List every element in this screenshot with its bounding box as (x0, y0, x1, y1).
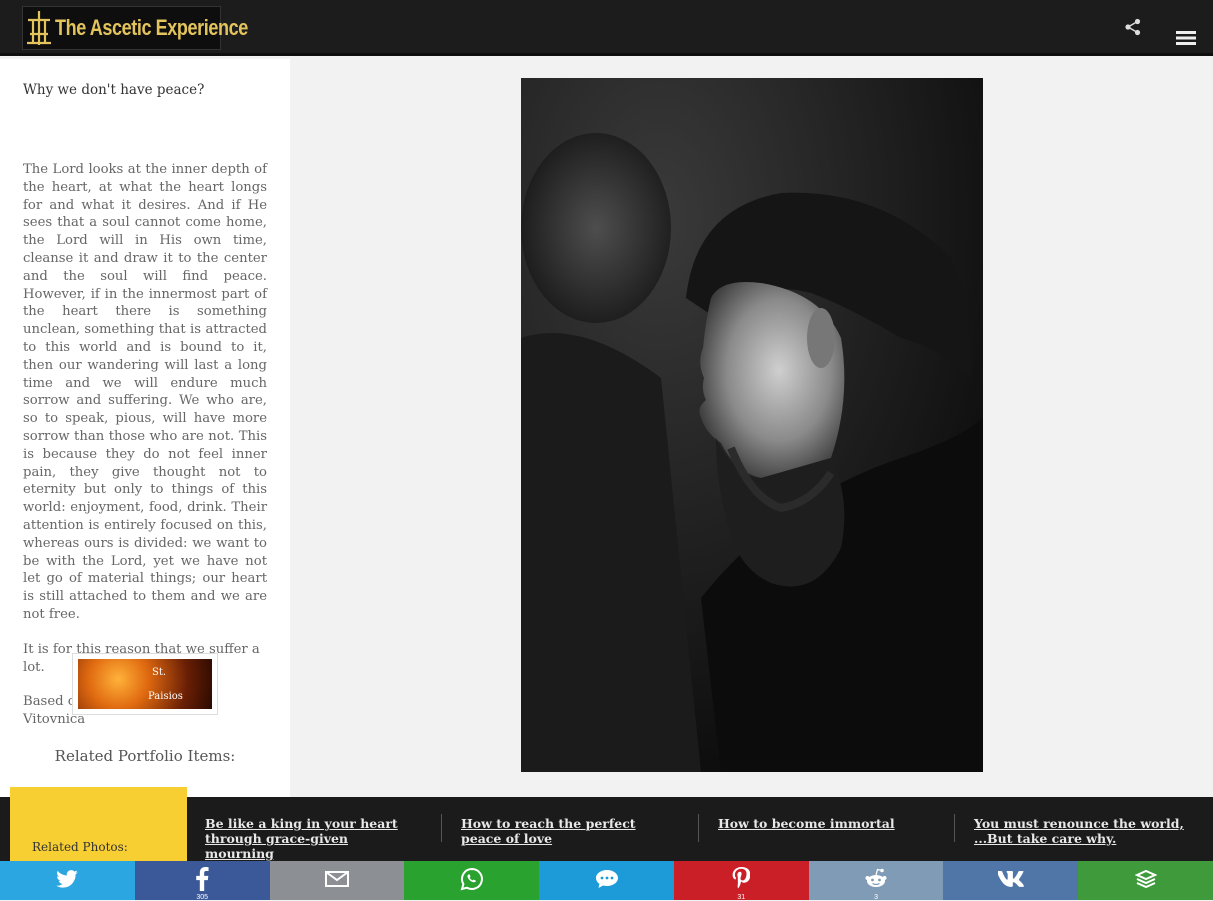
main-photo (521, 78, 983, 772)
share-whatsapp-button[interactable] (404, 861, 540, 900)
related-photos-tag: Related Photos: (10, 787, 187, 861)
email-icon (324, 870, 349, 891)
twitter-icon (56, 869, 79, 892)
related-link-1[interactable]: Be like a king in your heart through gra… (205, 816, 420, 861)
whatsapp-icon (460, 867, 484, 895)
related-link-4[interactable]: You must renounce the world, ...But take… (974, 816, 1189, 846)
pinterest-icon (732, 866, 751, 895)
share-pinterest-button[interactable]: 31 (673, 861, 809, 901)
share-email-button[interactable] (269, 861, 405, 900)
related-link-3[interactable]: How to become immortal (718, 816, 933, 831)
related-photos-label: Related Photos: (32, 840, 128, 854)
menu-icon (1176, 30, 1196, 50)
header-menu-button[interactable] (1172, 28, 1200, 52)
reddit-icon (864, 868, 888, 894)
more-share-icon (1134, 869, 1158, 893)
related-separator (698, 814, 699, 842)
share-icon (1124, 18, 1142, 40)
article-body: The Lord looks at the inner depth of the… (23, 162, 267, 622)
thumbnail-caption-line2: Paisios (148, 691, 183, 702)
share-twitter-button[interactable] (0, 861, 135, 900)
app-header: The Ascetic Experience (0, 0, 1213, 56)
related-portfolio-item[interactable]: St. Paisios (72, 653, 218, 715)
facebook-icon (195, 866, 209, 895)
share-vk-button[interactable] (943, 861, 1079, 900)
share-facebook-button[interactable]: 305 (134, 861, 270, 901)
site-logo[interactable]: The Ascetic Experience (22, 6, 248, 50)
share-more-button[interactable] (1078, 861, 1213, 900)
article-title: Why we don't have peace? (23, 82, 205, 98)
social-share-bar: 305 31 3 (0, 861, 1213, 901)
related-link-2[interactable]: How to reach the perfect peace of love (461, 816, 676, 846)
sms-icon (595, 869, 619, 893)
share-sms-button[interactable] (539, 861, 674, 900)
share-reddit-button[interactable]: 3 (808, 861, 944, 901)
logo-cross-icon (23, 6, 55, 50)
header-share-button[interactable] (1118, 14, 1148, 44)
related-separator (954, 814, 955, 842)
vk-icon (997, 870, 1024, 891)
thumbnail-caption-line1: St. (152, 667, 167, 678)
related-portfolio-thumbnail: St. Paisios (78, 659, 212, 709)
related-portfolio-title: Related Portfolio Items: (54, 746, 236, 765)
site-title: The Ascetic Experience (55, 15, 248, 40)
related-separator (441, 814, 442, 842)
